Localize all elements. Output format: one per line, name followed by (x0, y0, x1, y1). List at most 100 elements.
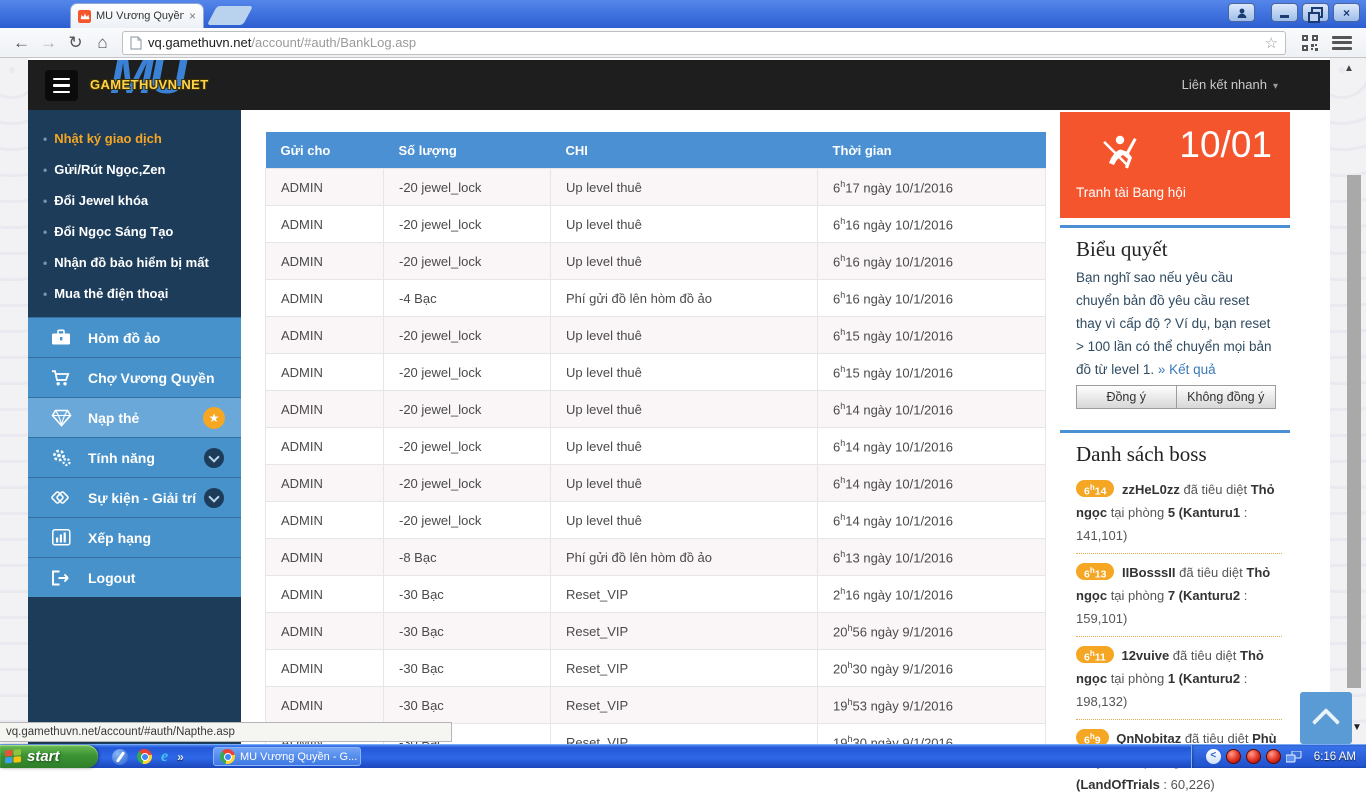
map-name: Kanturu1 (1183, 505, 1240, 520)
url-host: vq.gamethuvn.net (148, 35, 251, 50)
sidebar-button-label: Logout (88, 570, 135, 586)
tags-icon (49, 489, 73, 507)
cell-quantity: -20 jewel_lock (384, 206, 551, 243)
sidebar-button-1[interactable]: Chợ Vương Quyền (28, 357, 241, 397)
back-button[interactable]: ← (8, 33, 35, 53)
gears-icon (49, 448, 73, 467)
time-badge: 6h11 (1076, 646, 1114, 663)
quick-launch-overflow-icon[interactable]: » (177, 750, 184, 764)
tab-close-icon[interactable]: × (189, 10, 196, 22)
browser-menu-icon[interactable] (1332, 36, 1352, 50)
tray-game-icon-1[interactable] (1226, 749, 1241, 764)
chevron-down-icon[interactable] (204, 488, 224, 508)
tray-game-icon-2[interactable] (1246, 749, 1261, 764)
tray-collapse-icon[interactable]: < (1206, 749, 1221, 764)
bookmark-star-icon[interactable]: ☆ (1265, 34, 1278, 52)
sidebar-link-3[interactable]: •Đổi Ngọc Sáng Tạo (43, 216, 241, 247)
sidebar-button-3[interactable]: Tính năng (28, 437, 241, 477)
close-button[interactable]: × (1333, 3, 1360, 22)
logo-text: GAMETHUVN.NET (90, 77, 209, 92)
map-name: Kanturu2 (1183, 671, 1240, 686)
minimize-button[interactable] (1271, 3, 1298, 22)
quick-launch-ie-icon[interactable]: e (161, 749, 168, 765)
chevron-down-icon[interactable] (204, 448, 224, 468)
new-tab-button[interactable] (207, 6, 253, 25)
taskbar: start e » MU Vương Quyền - G... < 6:16 A… (0, 744, 1366, 768)
time-badge: 6h14 (1076, 480, 1114, 497)
scrollbar-thumb[interactable] (1347, 175, 1361, 688)
bullet-icon: • (43, 287, 47, 301)
event-banner[interactable]: 10/01 Tranh tài Bang hội (1060, 112, 1290, 218)
map-coords: 198,132 (1076, 694, 1123, 709)
scroll-to-top-button[interactable] (1300, 692, 1352, 744)
start-button[interactable]: start (0, 745, 98, 768)
cell-recipient: ADMIN (266, 465, 384, 502)
bullet-icon: • (43, 225, 47, 239)
extension-icon[interactable] (1302, 35, 1318, 51)
cell-recipient: ADMIN (266, 169, 384, 206)
bullet-icon: • (43, 194, 47, 208)
minimize-icon (1280, 15, 1289, 18)
cell-recipient: ADMIN (266, 317, 384, 354)
cell-quantity: -8 Bạc (384, 539, 551, 576)
profile-icon[interactable] (1228, 3, 1255, 22)
quick-links-dropdown[interactable]: Liên kết nhanh▾ (1182, 77, 1278, 92)
site-logo[interactable]: MU GAMETHUVN.NET (88, 60, 258, 110)
cell-recipient: ADMIN (266, 391, 384, 428)
quick-launch-chrome-icon[interactable] (137, 749, 152, 764)
sidebar-link-5[interactable]: •Mua thẻ điện thoại (43, 278, 241, 309)
table-row: ADMIN-30 BạcReset_VIP20h56 ngày 9/1/2016 (266, 613, 1046, 650)
cell-time: 20h56 ngày 9/1/2016 (818, 613, 1046, 650)
tray-game-icon-3[interactable] (1266, 749, 1281, 764)
system-tray: < 6:16 AM (1191, 745, 1366, 768)
taskbar-window-button[interactable]: MU Vương Quyền - G... (213, 747, 361, 766)
reload-button[interactable]: ↻ (62, 33, 89, 53)
cell-description: Up level thuê (551, 465, 818, 502)
taskbar-clock: 6:16 AM (1314, 751, 1356, 763)
player-name: 12vuive (1121, 648, 1169, 663)
sidebar-link-1[interactable]: •Gửi/Rút Ngọc,Zen (43, 154, 241, 185)
scrollbar-down-icon[interactable]: ▼ (1352, 722, 1362, 733)
sidebar-button-label: Xếp hạng (88, 530, 151, 546)
sidebar-button-6[interactable]: Logout (28, 557, 241, 597)
poll-disagree-button[interactable]: Không đồng ý (1177, 385, 1277, 409)
poll-agree-button[interactable]: Đồng ý (1076, 385, 1177, 409)
sidebar-toggle-icon[interactable] (45, 70, 78, 101)
cell-description: Reset_VIP (551, 613, 818, 650)
cell-recipient: ADMIN (266, 354, 384, 391)
poll-question: Bạn nghĩ sao nếu yêu cầu chuyển bản đồ y… (1076, 266, 1278, 381)
room-number: 5 (1168, 505, 1175, 520)
cell-time: 6h15 ngày 10/1/2016 (818, 354, 1046, 391)
map-name: Kanturu2 (1183, 588, 1240, 603)
network-icon[interactable] (1286, 751, 1302, 763)
sidebar-link-0[interactable]: •Nhật ký giao dịch (43, 123, 241, 154)
cell-time: 6h16 ngày 10/1/2016 (818, 280, 1046, 317)
sidebar-button-0[interactable]: Hòm đồ ảo (28, 317, 241, 357)
chart-icon (49, 529, 73, 546)
sidebar-button-5[interactable]: Xếp hạng (28, 517, 241, 557)
cell-quantity: -30 Bạc (384, 576, 551, 613)
time-badge: 6h9 (1076, 729, 1109, 746)
cell-quantity: -30 Bạc (384, 687, 551, 724)
cell-description: Phí gửi đồ lên hòm đồ ảo (551, 539, 818, 576)
forward-button[interactable]: → (35, 33, 62, 53)
sidebar-link-4[interactable]: •Nhận đồ bảo hiểm bị mất (43, 247, 241, 278)
scrollbar-up-icon[interactable]: ▲ (1344, 63, 1354, 74)
boss-list-title: Danh sách boss (1076, 442, 1290, 467)
cell-description: Up level thuê (551, 391, 818, 428)
chevron-down-icon: ▾ (1273, 81, 1278, 92)
table-row: ADMIN-30 BạcReset_VIP2h16 ngày 10/1/2016 (266, 576, 1046, 613)
column-header: Thời gian (818, 132, 1046, 169)
table-row: ADMIN-20 jewel_lockUp level thuê6h15 ngà… (266, 354, 1046, 391)
home-button[interactable]: ⌂ (89, 33, 116, 53)
cell-quantity: -4 Bạc (384, 280, 551, 317)
address-bar[interactable]: vq.gamethuvn.net/account/#auth/BankLog.a… (122, 31, 1286, 55)
restore-button[interactable] (1302, 3, 1329, 22)
browser-tab[interactable]: MU Vương Quyền - Gamethu × (70, 3, 204, 28)
quick-launch-app-icon[interactable] (112, 749, 128, 765)
sidebar-button-4[interactable]: Sự kiện - Giải trí (28, 477, 241, 517)
poll-results-link[interactable]: » Kết quả (1158, 362, 1216, 377)
sidebar-button-2[interactable]: Nạp thẻ★ (28, 397, 241, 437)
sidebar-link-2[interactable]: •Đổi Jewel khóa (43, 185, 241, 216)
table-row: ADMIN-20 jewel_lockUp level thuê6h16 ngà… (266, 206, 1046, 243)
